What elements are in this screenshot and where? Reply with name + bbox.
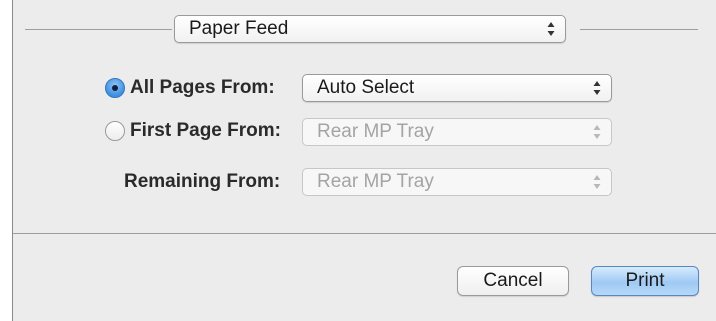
all-pages-source-value: Auto Select [317, 77, 415, 98]
header-separator-left [25, 29, 172, 30]
all-pages-radio[interactable] [105, 78, 125, 98]
cancel-button[interactable]: Cancel [457, 266, 569, 296]
print-button[interactable]: Print [591, 266, 699, 296]
header-separator-right [580, 29, 698, 30]
panel-selector-value: Paper Feed [189, 18, 289, 39]
first-page-label[interactable]: First Page From: [130, 119, 281, 143]
first-page-source-popup[interactable]: Rear MP Tray [302, 118, 612, 146]
popup-arrows-icon [592, 75, 602, 101]
panel-selector-popup[interactable]: Paper Feed [174, 15, 566, 43]
remaining-source-popup[interactable]: Rear MP Tray [302, 168, 612, 196]
first-page-source-value: Rear MP Tray [317, 121, 434, 142]
popup-arrows-icon [546, 16, 556, 42]
popup-arrows-icon [592, 169, 602, 195]
first-page-radio[interactable] [105, 121, 125, 141]
all-pages-label[interactable]: All Pages From: [130, 76, 275, 100]
print-dialog: Paper Feed All Pages From: Auto Select F… [12, 0, 716, 321]
all-pages-source-popup[interactable]: Auto Select [302, 74, 612, 102]
popup-arrows-icon [592, 119, 602, 145]
remaining-label: Remaining From: [124, 171, 281, 192]
remaining-source-value: Rear MP Tray [317, 171, 434, 192]
radio-selected-dot [112, 85, 118, 91]
footer-separator [13, 233, 716, 234]
